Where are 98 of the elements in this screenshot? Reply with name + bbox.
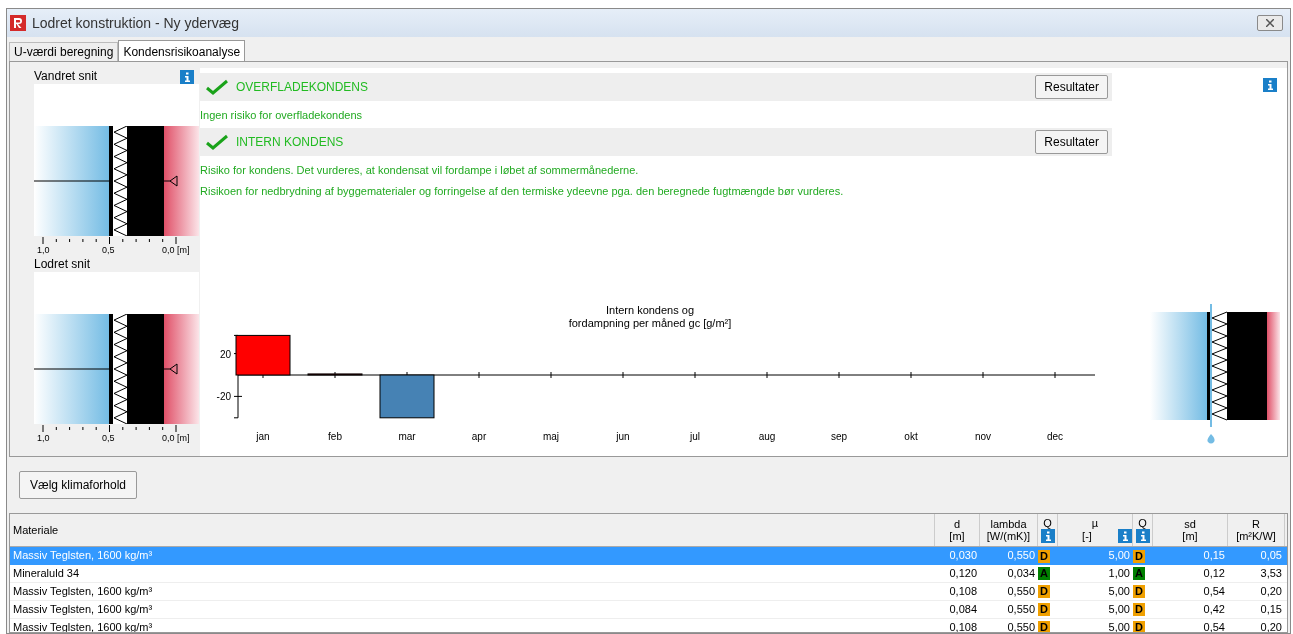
column-header[interactable]: Q bbox=[1133, 514, 1153, 546]
section-heading: INTERN KONDENS bbox=[236, 134, 345, 151]
x-tick-label: sep bbox=[830, 431, 848, 442]
column-unit: [m²K/W] bbox=[1236, 530, 1276, 542]
table-cell-text: 0,54 bbox=[1202, 620, 1226, 632]
ruler-label: 0,5 bbox=[102, 244, 115, 256]
quality-badge: D bbox=[1038, 621, 1050, 632]
table-cell-text: 5,00 bbox=[1107, 548, 1131, 563]
table-cell-text: 3,53 bbox=[1259, 566, 1283, 581]
table-cell-text: 0,42 bbox=[1202, 602, 1226, 617]
x-tick-label: apr bbox=[471, 431, 487, 442]
climate-button[interactable]: Vælg klimaforhold bbox=[19, 471, 138, 499]
x-tick-label: dec bbox=[1046, 431, 1064, 442]
table-row[interactable]: Massiv Teglsten, 1600 kg/m³ 0,084 0,550 D 5,00 D 0,42 0,15 bbox=[10, 601, 1287, 619]
table-cell-text: Mineraluld 34 bbox=[12, 566, 81, 581]
chart-title: Intern kondens og fordampning per måned gc [g/m²] bbox=[568, 304, 732, 329]
ruler-label: 0,5 bbox=[102, 432, 115, 444]
ruler-label: 1,0 bbox=[37, 432, 50, 444]
quality-badge: D bbox=[1133, 621, 1145, 632]
section-title: Lodret snit bbox=[34, 256, 91, 272]
x-tick-label: okt bbox=[904, 431, 918, 442]
column-unit: [W/(mK)] bbox=[986, 530, 1031, 542]
column-label: lambda bbox=[990, 518, 1027, 530]
column-label: d bbox=[953, 518, 961, 530]
quality-badge: A bbox=[1038, 567, 1050, 580]
table-row[interactable]: Mineraluld 34 0,120 0,034 A 1,00 A 0,12 3,53 bbox=[10, 565, 1287, 583]
tab[interactable]: Kondensrisikoanalyse bbox=[118, 40, 246, 62]
results-button[interactable]: Resultater bbox=[1035, 130, 1108, 154]
quality-badge: D bbox=[1038, 585, 1050, 598]
result-message: Ingen risiko for overfladekondens bbox=[200, 109, 364, 122]
table-cell-text: 1,00 bbox=[1107, 566, 1131, 581]
table-cell-text: 0,20 bbox=[1259, 620, 1283, 632]
column-label: Q bbox=[1138, 517, 1147, 529]
ruler-label: 1,0 bbox=[37, 244, 50, 256]
table-cell-text: 0,034 bbox=[1006, 566, 1036, 581]
column-header[interactable]: d [m] bbox=[935, 514, 980, 546]
x-tick-label: jul bbox=[690, 431, 700, 442]
table-cell-text: 0,108 bbox=[948, 584, 978, 599]
quality-badge: A bbox=[1133, 567, 1145, 580]
table-cell-text: 0,550 bbox=[1006, 602, 1036, 617]
results-button[interactable]: Resultater bbox=[1035, 75, 1108, 99]
tab[interactable]: U-værdi beregning bbox=[9, 42, 119, 61]
table-cell-text: 5,00 bbox=[1107, 584, 1131, 599]
x-tick-label: nov bbox=[974, 431, 992, 442]
column-label: µ bbox=[1091, 517, 1099, 529]
result-message: Risiko for kondens. Det vurderes, at kondensat vil fordampe i løbet af sommermånederne. bbox=[200, 164, 640, 177]
quality-badge: D bbox=[1133, 549, 1145, 563]
table-cell-text: 0,550 bbox=[1006, 620, 1036, 632]
column-unit: [m] bbox=[949, 530, 965, 542]
x-tick-label: aug bbox=[758, 431, 776, 442]
x-tick-label: mar bbox=[398, 431, 416, 442]
column-header[interactable]: µ [-] bbox=[1058, 514, 1133, 546]
column-label: Q bbox=[1043, 517, 1052, 529]
column-unit: [-] bbox=[1081, 530, 1093, 542]
quality-badge: D bbox=[1133, 603, 1145, 616]
section-title: Vandret snit bbox=[34, 68, 98, 84]
table-cell-text: 0,120 bbox=[948, 566, 978, 581]
table-cell-text: Massiv Teglsten, 1600 kg/m³ bbox=[12, 548, 154, 563]
ruler-label: 0,0 [m] bbox=[162, 244, 190, 256]
x-tick-label: maj bbox=[542, 431, 560, 442]
table-cell-text: 0,550 bbox=[1006, 548, 1036, 563]
table-cell-text: 0,15 bbox=[1259, 602, 1283, 617]
y-tick-label: -20 bbox=[216, 391, 231, 403]
table-cell-text: 0,550 bbox=[1006, 584, 1036, 599]
table-row[interactable]: Massiv Teglsten, 1600 kg/m³ 0,108 0,550 D 5,00 D 0,54 0,20 bbox=[10, 583, 1287, 601]
table-cell-text: 0,05 bbox=[1259, 548, 1283, 563]
table-row[interactable]: Massiv Teglsten, 1600 kg/m³ 0,030 0,550 D 5,00 D 0,15 0,05 bbox=[10, 547, 1287, 565]
column-header[interactable]: Q bbox=[1038, 514, 1058, 546]
table-cell-text: 5,00 bbox=[1107, 620, 1131, 632]
table-cell-text: 0,15 bbox=[1202, 548, 1226, 563]
x-tick-label: jun bbox=[616, 431, 630, 442]
result-message: Risikoen for nedbrydning af byggematerialer og forringelse af den termiske ydeevne pga. den beregnede fugtmængde bør vurderes. bbox=[200, 185, 845, 198]
table-cell-text: 5,00 bbox=[1107, 602, 1131, 617]
x-tick-label: feb bbox=[328, 431, 342, 442]
table-cell-text: 0,54 bbox=[1202, 584, 1226, 599]
table-cell-text: 0,12 bbox=[1202, 566, 1226, 581]
window-title: Lodret konstruktion - Ny ydervæg bbox=[32, 13, 240, 33]
section-heading: OVERFLADEKONDENS bbox=[236, 79, 370, 96]
column-label: sd bbox=[1184, 518, 1196, 530]
table-cell-text: Massiv Teglsten, 1600 kg/m³ bbox=[12, 602, 154, 617]
quality-badge: D bbox=[1133, 585, 1145, 598]
column-label: Materiale bbox=[13, 524, 59, 536]
column-header[interactable]: Materiale bbox=[10, 514, 935, 546]
table-cell-text: 0,108 bbox=[948, 620, 978, 632]
quality-badge: D bbox=[1038, 603, 1050, 616]
column-label: R bbox=[1252, 518, 1260, 530]
column-header[interactable]: R [m²K/W] bbox=[1228, 514, 1285, 546]
table-cell-text: 0,030 bbox=[948, 548, 978, 563]
x-tick-label: jan bbox=[256, 431, 270, 442]
table-cell-text: 0,084 bbox=[948, 602, 978, 617]
column-unit: [m] bbox=[1182, 530, 1198, 542]
ruler-label: 0,0 [m] bbox=[162, 432, 190, 444]
table-cell-text: 0,20 bbox=[1259, 584, 1283, 599]
y-tick-label: 20 bbox=[219, 348, 231, 360]
column-header[interactable]: sd [m] bbox=[1153, 514, 1228, 546]
column-header[interactable]: lambda [W/(mK)] bbox=[980, 514, 1038, 546]
table-cell-text: Massiv Teglsten, 1600 kg/m³ bbox=[12, 584, 154, 599]
quality-badge: D bbox=[1038, 549, 1050, 563]
